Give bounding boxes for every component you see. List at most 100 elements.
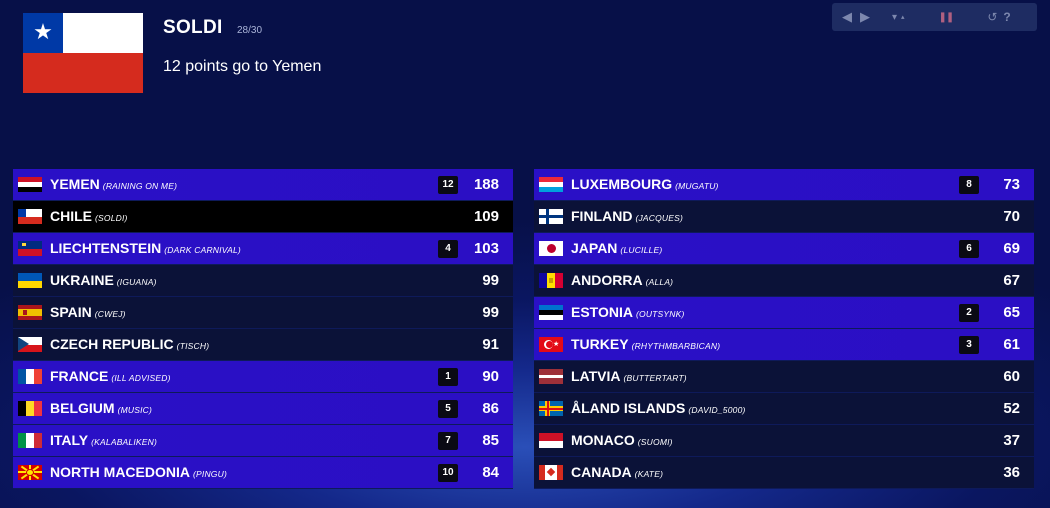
scoreboard-row: BELGIUM (MUSIC) 5 86 xyxy=(13,393,513,425)
japan-flag-icon xyxy=(539,241,563,256)
country-name: JAPAN (LUCILLE) xyxy=(571,233,662,266)
aland-flag-icon xyxy=(539,401,563,416)
scoreboard-row: YEMEN (RAINING ON ME) 12 188 xyxy=(13,169,513,201)
scoreboard-row: ÅLAND ISLANDS (DAVID_5000) 52 xyxy=(534,393,1034,425)
country-label: TURKEY xyxy=(571,336,629,352)
country-label: SPAIN xyxy=(50,304,92,320)
total-score: 84 xyxy=(482,464,499,481)
song-title: (RHYTHMBARBICAN) xyxy=(631,341,721,351)
total-score: 61 xyxy=(1003,336,1020,353)
help-button[interactable]: ? xyxy=(1003,10,1010,24)
awarded-points-badge: 12 xyxy=(438,176,458,194)
total-score: 52 xyxy=(1003,400,1020,417)
country-label: BELGIUM xyxy=(50,400,115,416)
country-name: CANADA (KATE) xyxy=(571,457,663,490)
total-score: 36 xyxy=(1003,464,1020,481)
awarded-points-badge: 8 xyxy=(959,176,979,194)
country-name: YEMEN (RAINING ON ME) xyxy=(50,169,177,202)
scoreboard-row: FINLAND (JACQUES) 70 xyxy=(534,201,1034,233)
country-label: LATVIA xyxy=(571,368,621,384)
song-title: (TISCH) xyxy=(176,341,210,351)
total-score: 73 xyxy=(1003,176,1020,193)
country-name: MONACO (SUOMI) xyxy=(571,425,673,458)
song-title: (MUSIC) xyxy=(117,405,153,415)
points-announcement: 12 points go to Yemen xyxy=(163,58,322,75)
awarded-points-badge: 2 xyxy=(959,304,979,322)
country-label: FRANCE xyxy=(50,368,109,384)
country-label: LUXEMBOURG xyxy=(571,176,673,192)
scoreboard-row: UKRAINE (IGUANA) 99 xyxy=(13,265,513,297)
reset-button[interactable]: ↺ xyxy=(987,10,997,24)
scoreboard-row: CANADA (KATE) 36 xyxy=(534,457,1034,489)
sort-down-icon[interactable]: ▾ xyxy=(892,12,897,23)
song-title: (ILL ADVISED) xyxy=(111,373,171,383)
country-name: CZECH REPUBLIC (TISCH) xyxy=(50,329,209,362)
country-label: ANDORRA xyxy=(571,272,643,288)
pause-button[interactable]: ❚❚ xyxy=(939,12,955,23)
country-name: UKRAINE (IGUANA) xyxy=(50,265,157,298)
total-score: 109 xyxy=(473,208,499,225)
total-score: 91 xyxy=(482,336,499,353)
awarded-points-badge: 3 xyxy=(959,336,979,354)
playback-controls: ◀ ▶ ▾ ▴ ❚❚ ↺ ? xyxy=(832,3,1037,31)
country-name: FRANCE (ILL ADVISED) xyxy=(50,361,171,394)
spain-flag-icon xyxy=(18,305,42,320)
chile-flag-icon: ★ xyxy=(23,13,143,93)
scoreboard-row: ★ TURKEY (RHYTHMBARBICAN) 3 61 xyxy=(534,329,1034,361)
previous-button[interactable]: ◀ xyxy=(842,9,852,25)
luxembourg-flag-icon xyxy=(539,177,563,192)
song-title: (SOLDI) xyxy=(95,213,128,223)
sort-up-icon[interactable]: ▴ xyxy=(901,13,905,21)
total-score: 69 xyxy=(1003,240,1020,257)
song-title: (RAINING ON ME) xyxy=(102,181,178,191)
country-label: JAPAN xyxy=(571,240,618,256)
turkey-flag-icon: ★ xyxy=(539,337,563,352)
awarded-points-badge: 7 xyxy=(438,432,458,450)
scoreboard-row: MONACO (SUOMI) 37 xyxy=(534,425,1034,457)
scoreboard-row: CHILE (SOLDI) 109 xyxy=(13,201,513,233)
country-label: FINLAND xyxy=(571,208,633,224)
country-name: ESTONIA (OUTSYNK) xyxy=(571,297,685,330)
song-title: (DAVID_5000) xyxy=(688,405,746,415)
voter-name: SOLDI xyxy=(163,17,223,38)
voter-progress: 28/30 xyxy=(237,25,263,36)
country-label: ESTONIA xyxy=(571,304,633,320)
country-name: ITALY (KALABALIKEN) xyxy=(50,425,157,458)
total-score: 99 xyxy=(482,272,499,289)
total-score: 90 xyxy=(482,368,499,385)
next-button[interactable]: ▶ xyxy=(860,9,870,25)
scoreboard-row: ANDORRA (ALLA) 67 xyxy=(534,265,1034,297)
ukraine-flag-icon xyxy=(18,273,42,288)
canada-flag-icon xyxy=(539,465,563,480)
scoreboard-right-column: LUXEMBOURG (MUGATU) 8 73 FINLAND (JACQUES) 70 J… xyxy=(534,169,1034,489)
macedonia-flag-icon xyxy=(18,465,42,480)
andorra-flag-icon xyxy=(539,273,563,288)
country-label: UKRAINE xyxy=(50,272,114,288)
song-title: (OUTSYNK) xyxy=(635,309,685,319)
country-label: ITALY xyxy=(50,432,89,448)
total-score: 60 xyxy=(1003,368,1020,385)
total-score: 188 xyxy=(473,176,499,193)
country-label: MONACO xyxy=(571,432,635,448)
scoreboard-row: ESTONIA (OUTSYNK) 2 65 xyxy=(534,297,1034,329)
scoreboard-row: JAPAN (LUCILLE) 6 69 xyxy=(534,233,1034,265)
country-name: TURKEY (RHYTHMBARBICAN) xyxy=(571,329,720,362)
song-title: (BUTTERTART) xyxy=(623,373,687,383)
song-title: (PINGU) xyxy=(193,469,227,479)
song-title: (IGUANA) xyxy=(116,277,157,287)
scoreboard-row: FRANCE (ILL ADVISED) 1 90 xyxy=(13,361,513,393)
awarded-points-badge: 10 xyxy=(438,464,458,482)
scoreboard-left-column: YEMEN (RAINING ON ME) 12 188 CHILE (SOLDI) 109… xyxy=(13,169,513,489)
awarded-points-badge: 1 xyxy=(438,368,458,386)
chile-flag-icon xyxy=(18,209,42,224)
scoreboard-row: LUXEMBOURG (MUGATU) 8 73 xyxy=(534,169,1034,201)
scoreboard-row: ITALY (KALABALIKEN) 7 85 xyxy=(13,425,513,457)
country-name: LUXEMBOURG (MUGATU) xyxy=(571,169,719,202)
song-title: (SUOMI) xyxy=(637,437,673,447)
total-score: 65 xyxy=(1003,304,1020,321)
total-score: 67 xyxy=(1003,272,1020,289)
country-name: ANDORRA (ALLA) xyxy=(571,265,673,298)
scoreboard-row: SPAIN (CWEJ) 99 xyxy=(13,297,513,329)
song-title: (ALLA) xyxy=(645,277,674,287)
song-title: (MUGATU) xyxy=(675,181,719,191)
